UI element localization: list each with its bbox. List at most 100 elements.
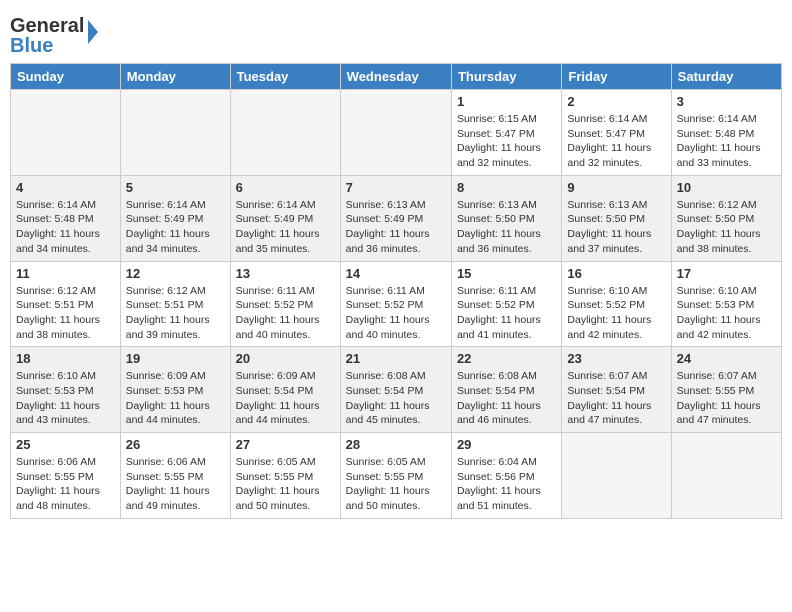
calendar-cell: 20Sunrise: 6:09 AMSunset: 5:54 PMDayligh…	[230, 347, 340, 433]
day-header-sunday: Sunday	[11, 64, 121, 90]
day-number: 1	[457, 94, 556, 109]
day-number: 15	[457, 266, 556, 281]
calendar-cell: 27 Sunrise: 6:05 AMSunset: 5:55 PMDayligh…	[230, 433, 340, 519]
day-number: 19	[126, 351, 225, 366]
calendar-cell: 28Sunrise: 6:05 AMSunset: 5:55 PMDayligh…	[340, 433, 451, 519]
day-number: 9	[567, 180, 665, 195]
calendar-cell: 16 Sunrise: 6:10 AMSunset: 5:52 PMDayligh…	[562, 261, 671, 347]
calendar: SundayMondayTuesdayWednesdayThursdayFrid…	[10, 63, 782, 519]
day-info: Sunrise: 6:09 AMSunset: 5:54 PMDaylight:…	[236, 369, 335, 428]
calendar-cell	[120, 90, 230, 176]
svg-text:Blue: Blue	[10, 35, 53, 55]
day-header-saturday: Saturday	[671, 64, 781, 90]
calendar-cell: 23Sunrise: 6:07 AMSunset: 5:54 PMDayligh…	[562, 347, 671, 433]
day-number: 22	[457, 351, 556, 366]
day-info: Sunrise: 6:14 AMSunset: 5:48 PMDaylight:…	[677, 112, 776, 171]
day-number: 26	[126, 437, 225, 452]
calendar-week-1: 1 Sunrise: 6:15 AMSunset: 5:47 PMDaylight…	[11, 90, 782, 176]
day-info: Sunrise: 6:06 AMSunset: 5:55 PMDaylight:…	[126, 455, 225, 514]
calendar-cell: 12 Sunrise: 6:12 AMSunset: 5:51 PMDayligh…	[120, 261, 230, 347]
calendar-cell: 3 Sunrise: 6:14 AMSunset: 5:48 PMDaylight…	[671, 90, 781, 176]
day-info: Sunrise: 6:12 AMSunset: 5:51 PMDaylight:…	[126, 284, 225, 343]
day-number: 23	[567, 351, 665, 366]
day-info: Sunrise: 6:12 AMSunset: 5:50 PMDaylight:…	[677, 198, 776, 257]
day-info: Sunrise: 6:13 AMSunset: 5:49 PMDaylight:…	[346, 198, 446, 257]
calendar-cell: 24Sunrise: 6:07 AMSunset: 5:55 PMDayligh…	[671, 347, 781, 433]
day-number: 12	[126, 266, 225, 281]
day-number: 5	[126, 180, 225, 195]
day-number: 4	[16, 180, 115, 195]
logo: GeneralBlue	[10, 10, 110, 55]
calendar-cell: 14 Sunrise: 6:11 AMSunset: 5:52 PMDayligh…	[340, 261, 451, 347]
day-info: Sunrise: 6:08 AMSunset: 5:54 PMDaylight:…	[457, 369, 556, 428]
calendar-week-3: 11 Sunrise: 6:12 AMSunset: 5:51 PMDayligh…	[11, 261, 782, 347]
day-number: 29	[457, 437, 556, 452]
calendar-cell: 8 Sunrise: 6:13 AMSunset: 5:50 PMDaylight…	[451, 175, 561, 261]
day-info: Sunrise: 6:11 AMSunset: 5:52 PMDaylight:…	[346, 284, 446, 343]
day-info: Sunrise: 6:14 AMSunset: 5:48 PMDaylight:…	[16, 198, 115, 257]
calendar-cell	[562, 433, 671, 519]
day-number: 11	[16, 266, 115, 281]
day-info: Sunrise: 6:14 AMSunset: 5:49 PMDaylight:…	[126, 198, 225, 257]
day-info: Sunrise: 6:04 AMSunset: 5:56 PMDaylight:…	[457, 455, 556, 514]
calendar-cell: 21 Sunrise: 6:08 AMSunset: 5:54 PMDayligh…	[340, 347, 451, 433]
day-number: 8	[457, 180, 556, 195]
calendar-cell: 19 Sunrise: 6:09 AMSunset: 5:53 PMDayligh…	[120, 347, 230, 433]
day-header-monday: Monday	[120, 64, 230, 90]
calendar-cell: 18 Sunrise: 6:10 AMSunset: 5:53 PMDayligh…	[11, 347, 121, 433]
calendar-cell: 25 Sunrise: 6:06 AMSunset: 5:55 PMDayligh…	[11, 433, 121, 519]
calendar-cell: 11 Sunrise: 6:12 AMSunset: 5:51 PMDayligh…	[11, 261, 121, 347]
day-number: 28	[346, 437, 446, 452]
day-info: Sunrise: 6:09 AMSunset: 5:53 PMDaylight:…	[126, 369, 225, 428]
day-number: 10	[677, 180, 776, 195]
day-number: 6	[236, 180, 335, 195]
day-number: 27	[236, 437, 335, 452]
day-number: 18	[16, 351, 115, 366]
calendar-cell	[340, 90, 451, 176]
calendar-week-4: 18 Sunrise: 6:10 AMSunset: 5:53 PMDayligh…	[11, 347, 782, 433]
calendar-cell: 7 Sunrise: 6:13 AMSunset: 5:49 PMDaylight…	[340, 175, 451, 261]
calendar-cell	[671, 433, 781, 519]
calendar-cell	[230, 90, 340, 176]
header: GeneralBlue	[10, 10, 782, 55]
svg-text:General: General	[10, 15, 84, 37]
calendar-cell: 29 Sunrise: 6:04 AMSunset: 5:56 PMDayligh…	[451, 433, 561, 519]
day-info: Sunrise: 6:06 AMSunset: 5:55 PMDaylight:…	[16, 455, 115, 514]
day-info: Sunrise: 6:14 AMSunset: 5:47 PMDaylight:…	[567, 112, 665, 171]
calendar-cell: 26 Sunrise: 6:06 AMSunset: 5:55 PMDayligh…	[120, 433, 230, 519]
calendar-cell: 5 Sunrise: 6:14 AMSunset: 5:49 PMDaylight…	[120, 175, 230, 261]
day-info: Sunrise: 6:14 AMSunset: 5:49 PMDaylight:…	[236, 198, 335, 257]
day-info: Sunrise: 6:10 AMSunset: 5:53 PMDaylight:…	[677, 284, 776, 343]
day-header-wednesday: Wednesday	[340, 64, 451, 90]
day-number: 21	[346, 351, 446, 366]
day-number: 13	[236, 266, 335, 281]
calendar-week-2: 4 Sunrise: 6:14 AMSunset: 5:48 PMDaylight…	[11, 175, 782, 261]
day-number: 14	[346, 266, 446, 281]
calendar-header-row: SundayMondayTuesdayWednesdayThursdayFrid…	[11, 64, 782, 90]
calendar-cell: 1 Sunrise: 6:15 AMSunset: 5:47 PMDaylight…	[451, 90, 561, 176]
day-info: Sunrise: 6:08 AMSunset: 5:54 PMDaylight:…	[346, 369, 446, 428]
day-info: Sunrise: 6:13 AMSunset: 5:50 PMDaylight:…	[567, 198, 665, 257]
day-info: Sunrise: 6:10 AMSunset: 5:53 PMDaylight:…	[16, 369, 115, 428]
day-number: 17	[677, 266, 776, 281]
calendar-cell: 17 Sunrise: 6:10 AMSunset: 5:53 PMDayligh…	[671, 261, 781, 347]
calendar-cell: 13 Sunrise: 6:11 AMSunset: 5:52 PMDayligh…	[230, 261, 340, 347]
day-number: 3	[677, 94, 776, 109]
day-number: 25	[16, 437, 115, 452]
day-info: Sunrise: 6:11 AMSunset: 5:52 PMDaylight:…	[236, 284, 335, 343]
day-info: Sunrise: 6:05 AMSunset: 5:55 PMDaylight:…	[236, 455, 335, 514]
day-info: Sunrise: 6:10 AMSunset: 5:52 PMDaylight:…	[567, 284, 665, 343]
day-header-tuesday: Tuesday	[230, 64, 340, 90]
day-header-friday: Friday	[562, 64, 671, 90]
calendar-cell: 22 Sunrise: 6:08 AMSunset: 5:54 PMDayligh…	[451, 347, 561, 433]
calendar-cell: 10 Sunrise: 6:12 AMSunset: 5:50 PMDayligh…	[671, 175, 781, 261]
day-info: Sunrise: 6:13 AMSunset: 5:50 PMDaylight:…	[457, 198, 556, 257]
day-info: Sunrise: 6:12 AMSunset: 5:51 PMDaylight:…	[16, 284, 115, 343]
day-info: Sunrise: 6:15 AMSunset: 5:47 PMDaylight:…	[457, 112, 556, 171]
calendar-cell: 6 Sunrise: 6:14 AMSunset: 5:49 PMDaylight…	[230, 175, 340, 261]
calendar-cell: 15Sunrise: 6:11 AMSunset: 5:52 PMDayligh…	[451, 261, 561, 347]
day-number: 16	[567, 266, 665, 281]
day-number: 7	[346, 180, 446, 195]
calendar-cell	[11, 90, 121, 176]
day-number: 24	[677, 351, 776, 366]
